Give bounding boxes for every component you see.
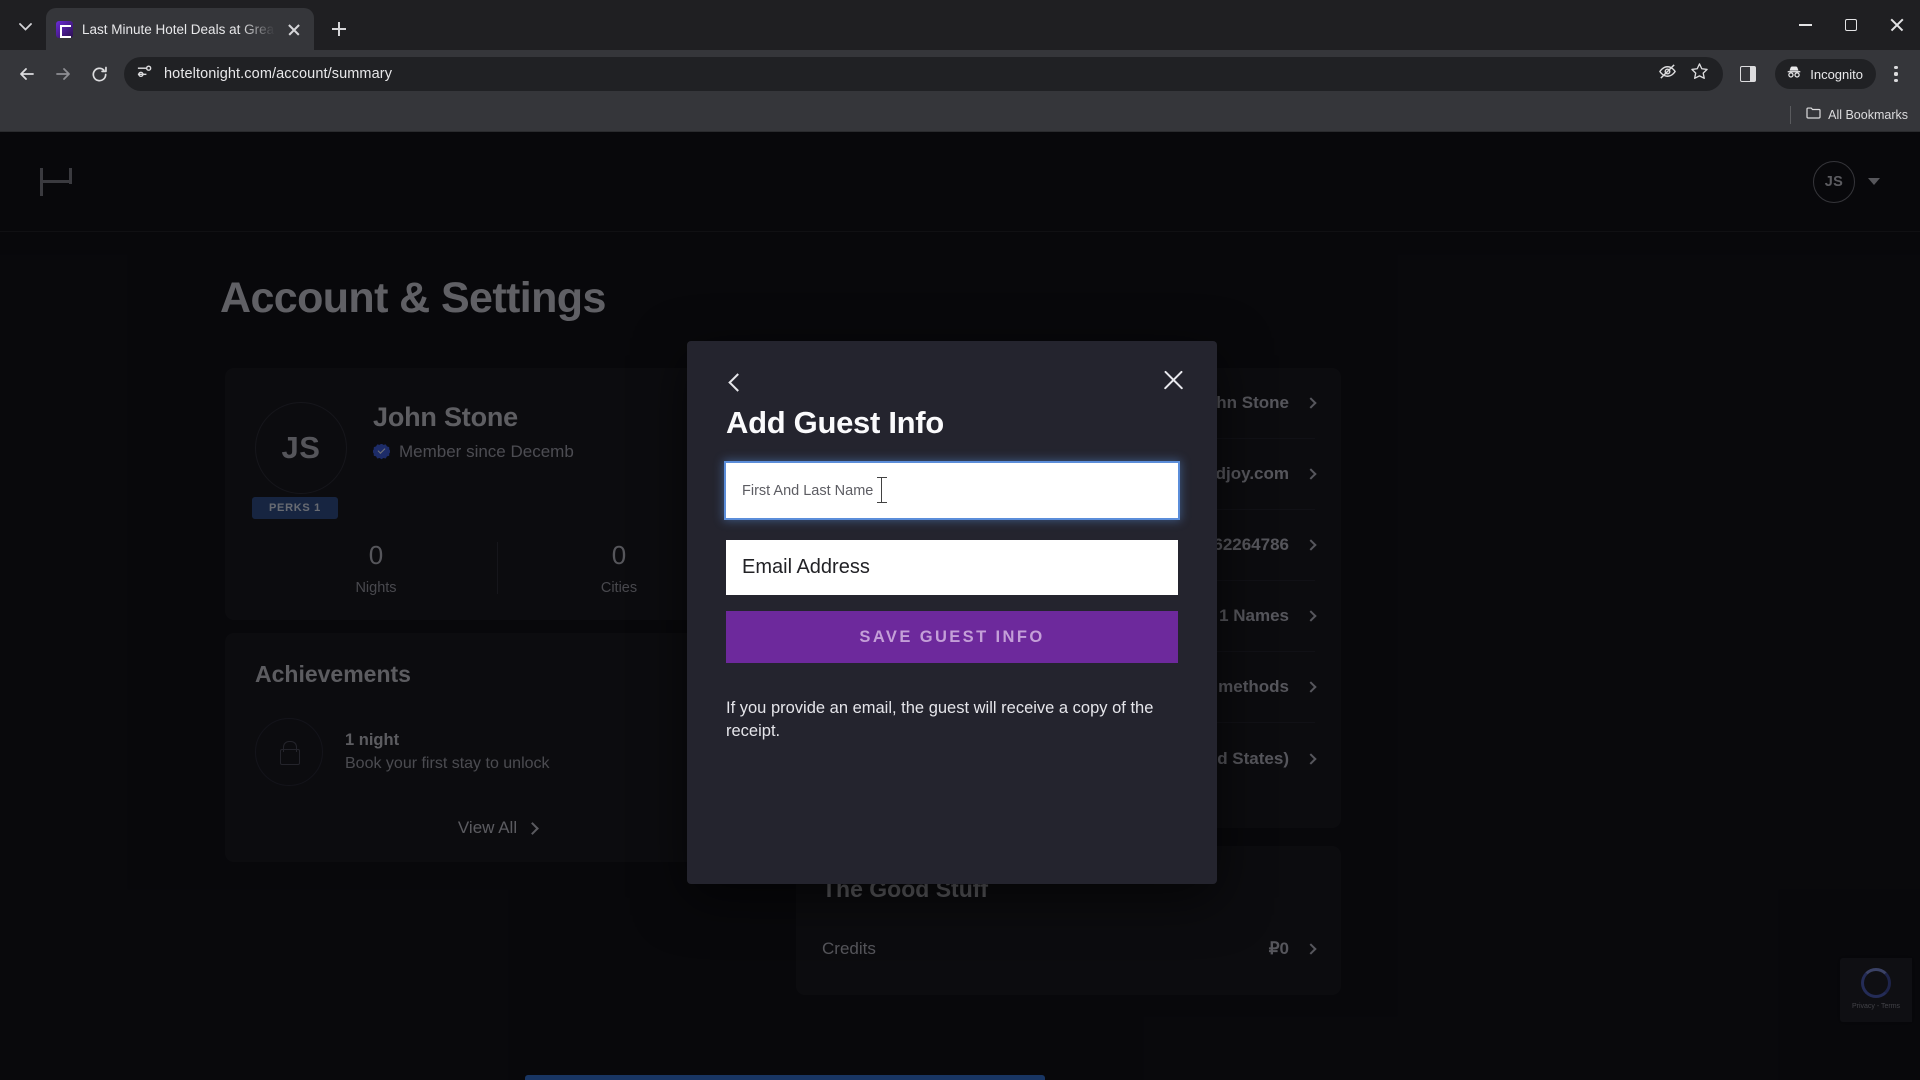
add-guest-info-modal: Add Guest Info SAVE GUEST INFO If you pr…	[687, 341, 1217, 884]
new-tab-button[interactable]	[322, 12, 356, 46]
text-cursor-icon	[875, 477, 889, 504]
address-bar[interactable]: hoteltonight.com/account/summary	[124, 57, 1724, 91]
url-text: hoteltonight.com/account/summary	[164, 66, 393, 82]
modal-back-button[interactable]	[720, 367, 750, 397]
bookmark-star-icon[interactable]	[1690, 62, 1709, 86]
site-settings-icon[interactable]	[136, 63, 153, 85]
guest-email-field[interactable]	[726, 540, 1178, 595]
modal-title: Add Guest Info	[726, 405, 944, 440]
minimize-button[interactable]	[1782, 0, 1828, 50]
guest-name-input[interactable]	[742, 463, 1162, 518]
bookmarks-bar: All Bookmarks	[0, 98, 1920, 132]
reload-icon[interactable]	[82, 57, 116, 91]
modal-close-icon[interactable]	[1158, 365, 1188, 395]
tab-strip: Last Minute Hotel Deals at Grea	[0, 0, 1920, 50]
maximize-button[interactable]	[1828, 0, 1874, 50]
back-icon[interactable]	[10, 57, 44, 91]
hide-password-icon[interactable]	[1658, 62, 1677, 86]
browser-toolbar: hoteltonight.com/account/summary Incogni…	[0, 50, 1920, 98]
chrome-menu-icon[interactable]	[1882, 57, 1910, 91]
save-guest-info-button[interactable]: SAVE GUEST INFO	[726, 611, 1178, 663]
incognito-profile-button[interactable]: Incognito	[1775, 59, 1876, 89]
guest-name-field[interactable]	[724, 461, 1180, 520]
close-window-button[interactable]	[1874, 0, 1920, 50]
window-controls	[1782, 0, 1920, 50]
incognito-label: Incognito	[1810, 66, 1863, 82]
tab-search-icon[interactable]	[8, 10, 42, 44]
tab-close-icon[interactable]	[284, 19, 304, 39]
tab-title: Last Minute Hotel Deals at Grea	[82, 21, 275, 37]
browser-window: Last Minute Hotel Deals at Grea hotelton…	[0, 0, 1920, 1080]
side-panel-icon[interactable]	[1731, 57, 1765, 91]
page-content: JS Account & Settings JS PERKS 1	[0, 132, 1920, 1080]
folder-icon	[1806, 106, 1821, 124]
all-bookmarks-label[interactable]: All Bookmarks	[1828, 108, 1908, 122]
browser-tab[interactable]: Last Minute Hotel Deals at Grea	[46, 8, 314, 50]
incognito-icon	[1785, 63, 1803, 86]
tab-favicon-icon	[56, 20, 73, 38]
modal-note: If you provide an email, the guest will …	[726, 699, 1154, 741]
bookmarks-divider	[1790, 105, 1792, 124]
forward-icon[interactable]	[46, 57, 80, 91]
guest-email-input[interactable]	[742, 540, 1162, 595]
